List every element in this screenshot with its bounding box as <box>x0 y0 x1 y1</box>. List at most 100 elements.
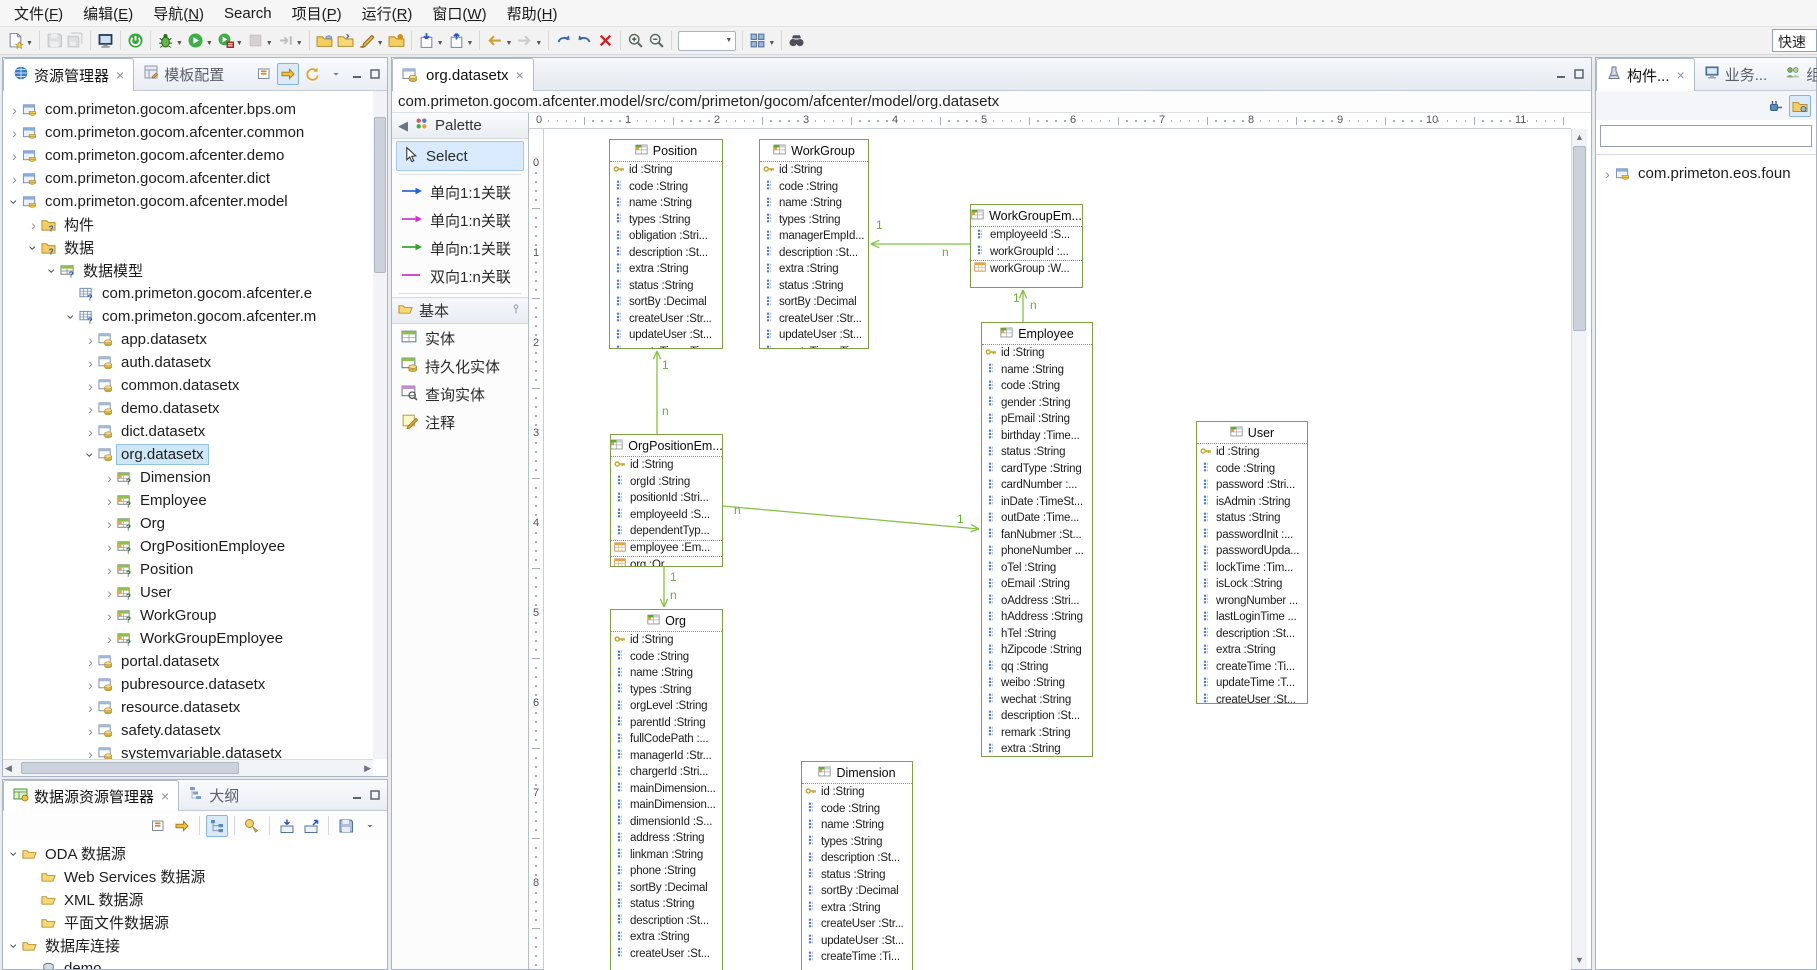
explorer-item-com-primeton-gocom-afcenter-model[interactable]: ›com.primeton.gocom.afcenter.model <box>3 190 373 213</box>
collapse-all-icon[interactable] <box>253 63 275 85</box>
quick-access-box[interactable]: 快速 <box>1772 29 1817 52</box>
palette-tool-查询实体[interactable]: 查询实体 <box>392 380 528 408</box>
new-wizard-icon[interactable] <box>5 30 26 52</box>
explorer-item-com-primeton-gocom-afcenter-demo[interactable]: ›com.primeton.gocom.afcenter.demo <box>3 144 373 167</box>
save-all-icon[interactable] <box>65 30 86 52</box>
scroll-up-icon[interactable]: ▲ <box>1572 130 1587 145</box>
expand-icon[interactable]: › <box>7 171 22 187</box>
minimize-icon[interactable] <box>349 787 365 803</box>
open-folder-icon[interactable] <box>314 30 335 52</box>
menu-文件F[interactable]: 文件(F) <box>4 0 73 27</box>
editor-tab-org-datasetx[interactable]: org.datasetx × <box>392 58 534 91</box>
menu-Search[interactable]: Search <box>214 2 282 25</box>
refresh-icon[interactable] <box>301 63 323 85</box>
explorer-item-OrgPositionEmployee[interactable]: ›?OrgPositionEmployee <box>3 535 373 558</box>
link-editor-icon[interactable] <box>171 815 193 837</box>
explorer-item-portal-datasetx[interactable]: ›portal.datasetx <box>3 650 373 673</box>
run-config-icon[interactable] <box>215 30 236 52</box>
right-tab-组织[interactable]: 组织... <box>1776 58 1817 90</box>
run-config-dropdown-icon[interactable]: ▼ <box>236 40 243 47</box>
palette-tool-注释[interactable]: 注释 <box>392 408 528 436</box>
menu-导航N[interactable]: 导航(N) <box>143 0 214 27</box>
expand-icon[interactable]: › <box>102 631 117 647</box>
import-doc-icon[interactable] <box>416 30 437 52</box>
back-arrow-icon[interactable] <box>484 30 505 52</box>
palette-header[interactable]: ◀Palette <box>392 113 528 139</box>
diagram-canvas[interactable]: Positionid :Stringcode :Stringname :Stri… <box>544 129 1571 970</box>
stop-dropdown-icon[interactable]: ▼ <box>266 40 273 47</box>
expand-icon[interactable]: › <box>83 723 98 739</box>
explorer-item-Dimension[interactable]: ›?Dimension <box>3 466 373 489</box>
run-dropdown-icon[interactable]: ▼ <box>206 40 213 47</box>
import-doc-dropdown-icon[interactable]: ▼ <box>437 40 444 47</box>
search-binoculars-icon[interactable] <box>786 30 807 52</box>
canvas-vscrollbar[interactable]: ▲ ▼ <box>1571 129 1587 969</box>
link-editor-icon[interactable] <box>277 63 299 85</box>
explorer-item-com-primeton-gocom-afcenter-m[interactable]: ›?com.primeton.gocom.afcenter.m <box>3 305 373 328</box>
collapse-icon[interactable]: › <box>7 938 23 953</box>
explorer-item-com-primeton-gocom-afcenter-common[interactable]: ›com.primeton.gocom.afcenter.common <box>3 121 373 144</box>
explorer-item-resource-datasetx[interactable]: ›resource.datasetx <box>3 696 373 719</box>
expand-icon[interactable]: › <box>26 217 41 233</box>
datasource-item-XML-数据源[interactable]: XML 数据源 <box>3 888 387 911</box>
explorer-item-Position[interactable]: ›?Position <box>3 558 373 581</box>
explorer-item-org-datasetx[interactable]: ›org.datasetx <box>3 443 373 466</box>
import-btn-icon[interactable] <box>276 815 298 837</box>
explorer-item-WorkGroupEmployee[interactable]: ›?WorkGroupEmployee <box>3 627 373 650</box>
layout-grid-icon[interactable] <box>747 30 768 52</box>
expand-icon[interactable]: › <box>102 516 117 532</box>
explorer-item-pubresource-datasetx[interactable]: ›pubresource.datasetx <box>3 673 373 696</box>
menu-帮助H[interactable]: 帮助(H) <box>497 0 568 27</box>
datasource-tab-大纲[interactable]: 大纲 <box>179 780 248 810</box>
relationship-line[interactable]: n1 <box>723 503 979 532</box>
relationship-line[interactable]: 1n <box>653 351 669 434</box>
new-wizard-dropdown-icon[interactable]: ▼ <box>26 40 33 47</box>
palette-tool-单向1n关联[interactable]: 单向1:n关联 <box>392 206 528 234</box>
explorer-item-User[interactable]: ›?User <box>3 581 373 604</box>
debug-icon[interactable] <box>155 30 176 52</box>
scroll-right-icon[interactable]: ▶ <box>364 761 371 776</box>
expand-icon[interactable]: › <box>7 148 22 164</box>
maximize-icon[interactable] <box>1571 66 1587 82</box>
datasource-item-Web-Services-数据源[interactable]: Web Services 数据源 <box>3 865 387 888</box>
palette-group-基本[interactable]: 基本 <box>392 297 528 324</box>
collapse-icon[interactable]: › <box>7 194 23 209</box>
save-icon[interactable] <box>44 30 65 52</box>
explorer-item-dict-datasetx[interactable]: ›dict.datasetx <box>3 420 373 443</box>
collapse-icon[interactable]: › <box>83 447 99 462</box>
relationship-line[interactable]: 1n <box>660 567 677 607</box>
explorer-hscrollbar[interactable]: ◀ ▶ <box>3 759 373 776</box>
explorer-item-构件[interactable]: ›?构件 <box>3 213 373 236</box>
expand-icon[interactable]: › <box>83 332 98 348</box>
explorer-item-app-datasetx[interactable]: ›app.datasetx <box>3 328 373 351</box>
explorer-item-数据模型[interactable]: ›?数据模型 <box>3 259 373 282</box>
paint-brush-dropdown-icon[interactable]: ▼ <box>377 40 384 47</box>
forward-arrow-dropdown-icon[interactable]: ▼ <box>535 40 542 47</box>
close-icon[interactable]: × <box>516 67 524 83</box>
datasource-item-平面文件数据源[interactable]: 平面文件数据源 <box>3 911 387 934</box>
scroll-down-icon[interactable]: ▼ <box>1572 953 1587 968</box>
palette-tool-单向n1关联[interactable]: 单向n:1关联 <box>392 234 528 262</box>
export-doc-icon[interactable] <box>446 30 467 52</box>
collapse-icon[interactable]: › <box>7 846 23 861</box>
tree-mode-icon[interactable] <box>206 815 228 837</box>
expand-icon[interactable]: › <box>83 401 98 417</box>
debug-dropdown-icon[interactable]: ▼ <box>176 40 183 47</box>
expand-icon[interactable]: › <box>83 424 98 440</box>
datasource-tab-数据源资源管理器[interactable]: 数据源资源管理器× <box>3 780 179 811</box>
minimize-icon[interactable] <box>349 66 365 82</box>
expand-icon[interactable]: › <box>7 125 22 141</box>
expand-icon[interactable]: › <box>83 355 98 371</box>
paint-brush-icon[interactable] <box>356 30 377 52</box>
explorer-item-Org[interactable]: ›?Org <box>3 512 373 535</box>
redo-icon[interactable] <box>574 30 595 52</box>
undo-icon[interactable] <box>553 30 574 52</box>
expand-icon[interactable]: › <box>83 700 98 716</box>
explorer-tab-资源管理器[interactable]: 资源管理器× <box>3 58 134 91</box>
right-tab-业务[interactable]: 业务... <box>1695 58 1777 90</box>
explorer-item-com-primeton-gocom-afcenter-bps-om[interactable]: ›com.primeton.gocom.afcenter.bps.om <box>3 98 373 121</box>
stop-icon[interactable] <box>245 30 266 52</box>
component-search-input[interactable] <box>1600 125 1812 147</box>
relationship-line[interactable]: 1n <box>1013 290 1037 322</box>
start-server-icon[interactable] <box>125 30 146 52</box>
